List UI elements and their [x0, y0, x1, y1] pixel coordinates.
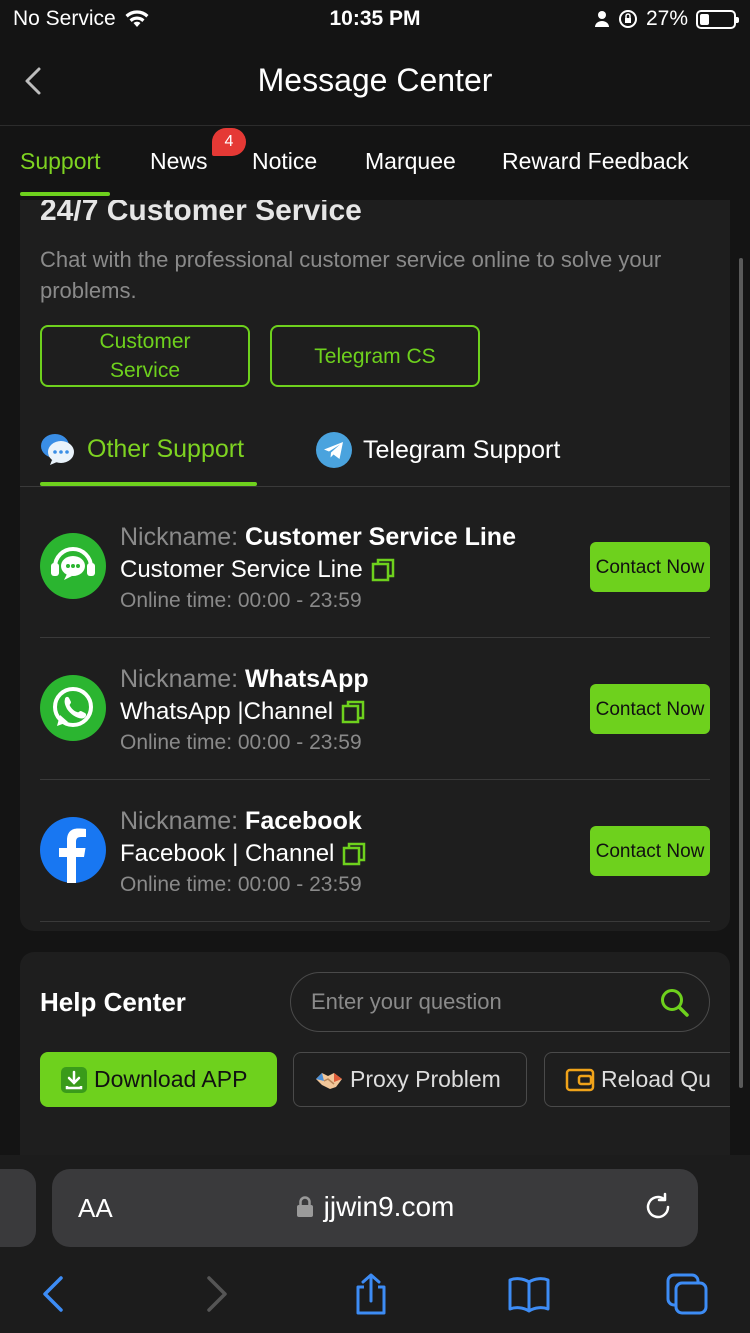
app-header: Message Center [0, 40, 750, 126]
subtab-telegram-support-label: Telegram Support [363, 435, 561, 464]
contact-channel: WhatsApp |Channel [120, 698, 365, 726]
contact-now-button[interactable]: Contact Now [590, 826, 710, 876]
nickname-prefix: Nickname: [120, 523, 239, 551]
contact-online-time: Online time: 00:00 - 23:59 [120, 873, 362, 896]
facebook-icon [40, 817, 106, 883]
help-center-card: Help Center Download APP Proxy Problem R… [20, 952, 730, 1157]
nickname-prefix: Nickname: [120, 665, 239, 693]
service-title: 24/7 Customer Service [40, 200, 362, 227]
orientation-lock-icon [618, 10, 637, 28]
battery-level [700, 13, 709, 25]
wallet-icon [565, 1068, 595, 1091]
tab-reward-feedback[interactable]: Reward Feedback [502, 148, 689, 175]
nickname-value: Customer Service Line [245, 523, 516, 551]
tabs-icon[interactable] [666, 1273, 708, 1315]
channel-label: Customer Service Line [120, 556, 363, 583]
chat-bubbles-icon [41, 434, 74, 465]
battery-percent: 27% [645, 7, 688, 30]
contact-nickname: Nickname: Customer Service Line [120, 523, 516, 552]
contact-nickname: Nickname: WhatsApp [120, 665, 369, 694]
url-text: jjwin9.com [323, 1191, 455, 1222]
channel-label: WhatsApp |Channel [120, 698, 334, 725]
download-app-chip[interactable]: Download APP [40, 1052, 277, 1107]
whatsapp-icon [40, 675, 106, 741]
contact-online-time: Online time: 00:00 - 23:59 [120, 731, 362, 754]
nickname-value: WhatsApp [245, 665, 369, 693]
tab-bar: Support News Notice Marquee Reward Feedb… [0, 127, 750, 197]
contact-now-button[interactable]: Contact Now [590, 542, 710, 592]
service-description: Chat with the professional customer serv… [40, 247, 662, 303]
status-right: 27% [594, 7, 739, 31]
subtab-divider [20, 486, 730, 487]
handshake-icon [316, 1072, 342, 1089]
previous-tab-peek[interactable] [0, 1169, 36, 1247]
address-bar[interactable]: AA jjwin9.com [52, 1169, 698, 1247]
contact-row: Nickname: Customer Service Line Customer… [40, 496, 710, 638]
battery-icon [696, 9, 739, 29]
download-icon [61, 1066, 87, 1093]
channel-label: Facebook | Channel [120, 840, 335, 867]
help-search-input[interactable] [311, 987, 641, 1017]
reload-question-chip[interactable]: Reload Qu [544, 1052, 730, 1107]
subtab-telegram-support[interactable]: Telegram Support [316, 432, 560, 468]
tab-news[interactable]: News [150, 148, 208, 175]
contact-nickname: Nickname: Facebook [120, 807, 362, 836]
contact-row: Nickname: WhatsApp WhatsApp |Channel Onl… [40, 638, 710, 780]
nickname-value: Facebook [245, 807, 362, 835]
proxy-problem-chip[interactable]: Proxy Problem [293, 1052, 527, 1107]
browser-forward-icon[interactable] [194, 1273, 236, 1315]
person-icon [594, 11, 609, 27]
status-bar: No Service 10:35 PM 27% [0, 0, 750, 40]
tab-active-indicator [20, 192, 110, 196]
help-center-title: Help Center [40, 987, 186, 1017]
bookmarks-icon[interactable] [508, 1273, 550, 1315]
tab-notice[interactable]: Notice [252, 148, 317, 175]
row-divider [40, 921, 710, 922]
customer-service-button[interactable]: Customer Service [40, 325, 250, 387]
contact-now-button[interactable]: Contact Now [590, 684, 710, 734]
nickname-prefix: Nickname: [120, 807, 239, 835]
copy-icon[interactable] [342, 842, 366, 866]
browser-toolbar: AA jjwin9.com [0, 1155, 750, 1333]
headset-chat-icon [40, 533, 106, 599]
reload-icon[interactable] [642, 1191, 674, 1223]
browser-back-icon[interactable] [34, 1273, 76, 1315]
proxy-problem-label: Proxy Problem [350, 1066, 501, 1092]
help-search-box [290, 972, 710, 1032]
contact-channel: Facebook | Channel [120, 840, 366, 868]
reload-question-label: Reload Qu [601, 1066, 711, 1092]
telegram-cs-button[interactable]: Telegram CS [270, 325, 480, 387]
news-badge: 4 [212, 128, 246, 156]
share-icon[interactable] [350, 1273, 392, 1315]
page-scrollbar[interactable] [739, 258, 743, 1088]
page-title: Message Center [257, 62, 493, 98]
tab-marquee[interactable]: Marquee [365, 148, 456, 175]
copy-icon[interactable] [371, 558, 395, 582]
contact-channel: Customer Service Line [120, 556, 395, 584]
tab-support[interactable]: Support [20, 148, 101, 175]
download-app-label: Download APP [94, 1066, 248, 1092]
subtab-other-support[interactable]: Other Support [40, 432, 244, 466]
url-display[interactable]: jjwin9.com [52, 1191, 698, 1223]
search-icon[interactable] [659, 987, 691, 1019]
subtab-other-support-label: Other Support [87, 434, 245, 463]
copy-icon[interactable] [341, 700, 365, 724]
contact-online-time: Online time: 00:00 - 23:59 [120, 589, 362, 612]
support-card: 24/7 Customer Service Chat with the prof… [20, 200, 730, 931]
telegram-icon [316, 432, 352, 468]
lock-icon [296, 1196, 313, 1217]
contact-row: Nickname: Facebook Facebook | Channel On… [40, 780, 710, 922]
